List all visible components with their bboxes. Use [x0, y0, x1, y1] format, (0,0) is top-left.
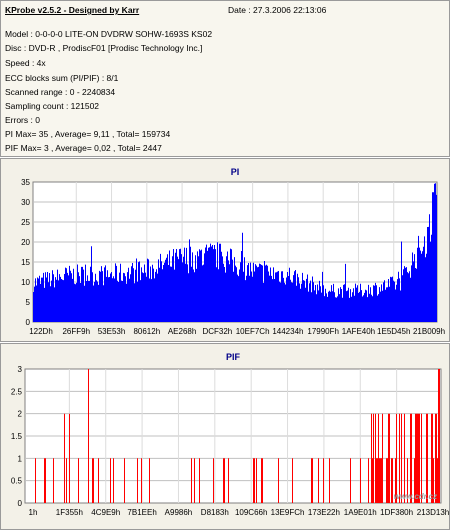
pi-chart-panel: PI 35 30 25 20 15 10 5 0 122Dh 26FF9h 53E53h 80612h A…	[0, 158, 450, 342]
pif-xtick-label: 1DF380h	[380, 508, 413, 517]
pif-chart-panel: PIF 3 2.5 2 1.5 1 0.5 0 1h 1F355h 4C9E9h 7B1EEh A998…	[0, 343, 450, 530]
pi-xtick-label: DCF32h	[202, 327, 232, 336]
info-pi-stats: PI Max= 35 , Average= 9,11 , Total= 1597…	[5, 129, 171, 139]
pi-title: PI	[231, 167, 240, 177]
pif-xtick-label: 1h	[29, 508, 38, 517]
pif-ytick-label: 2.5	[11, 387, 23, 396]
pif-xtick-label: A9986h	[165, 508, 193, 517]
pif-xtick-label: 213D13h	[417, 508, 449, 517]
pi-ytick-label: 15	[21, 258, 30, 267]
pi-ytick-label: 5	[26, 298, 31, 307]
info-model: Model : 0-0-0-0 LITE-ON DVDRW SOHW-1693S…	[5, 29, 213, 39]
pif-xtick-label: 7B1EEh	[127, 508, 156, 517]
pi-ytick-label: 35	[21, 178, 30, 187]
pi-xtick-label: 144234h	[272, 327, 303, 336]
pi-ytick-label: 0	[26, 318, 31, 327]
pif-xtick-label: 173E22h	[308, 508, 340, 517]
pi-xtick-label: 53E53h	[98, 327, 126, 336]
pif-ytick-label: 1	[18, 454, 23, 463]
info-speed: Speed : 4x	[5, 58, 46, 68]
pi-xtick-label: 21B009h	[413, 327, 445, 336]
pi-xtick-label: 80612h	[133, 327, 160, 336]
pif-ytick-label: 0	[18, 499, 23, 508]
info-range: Scanned range : 0 - 2240834	[5, 87, 116, 97]
pif-ytick-label: 1.5	[11, 432, 23, 441]
pi-ytick-label: 25	[21, 218, 30, 227]
pif-xtick-label: 1F355h	[56, 508, 83, 517]
watermark: www.cdr.cz	[394, 492, 437, 501]
info-errors: Errors : 0	[5, 115, 40, 125]
pi-ytick-label: 20	[21, 238, 30, 247]
pi-xtick-label: AE268h	[168, 327, 196, 336]
info-pif-stats: PIF Max= 3 , Average= 0,02 , Total= 2447	[5, 143, 162, 153]
pi-ytick-label: 30	[21, 198, 30, 207]
pif-ytick-label: 3	[18, 365, 23, 374]
scan-date: Date : 27.3.2006 22:13:06	[228, 5, 327, 15]
info-ecc: ECC blocks sum (PI/PIF) : 8/1	[5, 73, 119, 83]
pif-xtick-label: D8183h	[201, 508, 229, 517]
pi-xtick-label: 26FF9h	[62, 327, 90, 336]
pif-xtick-label: 4C9E9h	[91, 508, 120, 517]
pi-ytick-label: 10	[21, 278, 30, 287]
info-panel: KProbe v2.5.2 - Designed by Karr Date : …	[0, 0, 450, 157]
pi-xtick-label: 122Dh	[29, 327, 53, 336]
pif-ytick-label: 0.5	[11, 477, 23, 486]
info-disc: Disc : DVD-R , ProdiscF01 [Prodisc Techn…	[5, 43, 203, 53]
pi-xtick-label: 1E5D45h	[377, 327, 410, 336]
pif-xtick-label: 13E9FCh	[271, 508, 305, 517]
info-sampling: Sampling count : 121502	[5, 101, 100, 111]
pi-xtick-label: 1AFE40h	[342, 327, 375, 336]
pi-chart: PI 35 30 25 20 15 10 5 0122Dh 26FF9h 53E53h 80612h A…	[21, 167, 445, 336]
pif-xtick-label: 109C66h	[235, 508, 267, 517]
pif-ytick-label: 2	[18, 410, 23, 419]
pi-xtick-label: 10EF7Ch	[236, 327, 270, 336]
app-title: KProbe v2.5.2 - Designed by Karr	[5, 5, 140, 15]
pif-chart: PIF 3 2.5 2 1.5 1 0.5 0 1h 1F355h 4C9E9h 7B1EEh A998…	[11, 352, 449, 517]
pif-title: PIF	[226, 352, 241, 362]
pif-xtick-label: 1A9E01h	[344, 508, 377, 517]
pi-xtick-label: 17990Fh	[307, 327, 339, 336]
